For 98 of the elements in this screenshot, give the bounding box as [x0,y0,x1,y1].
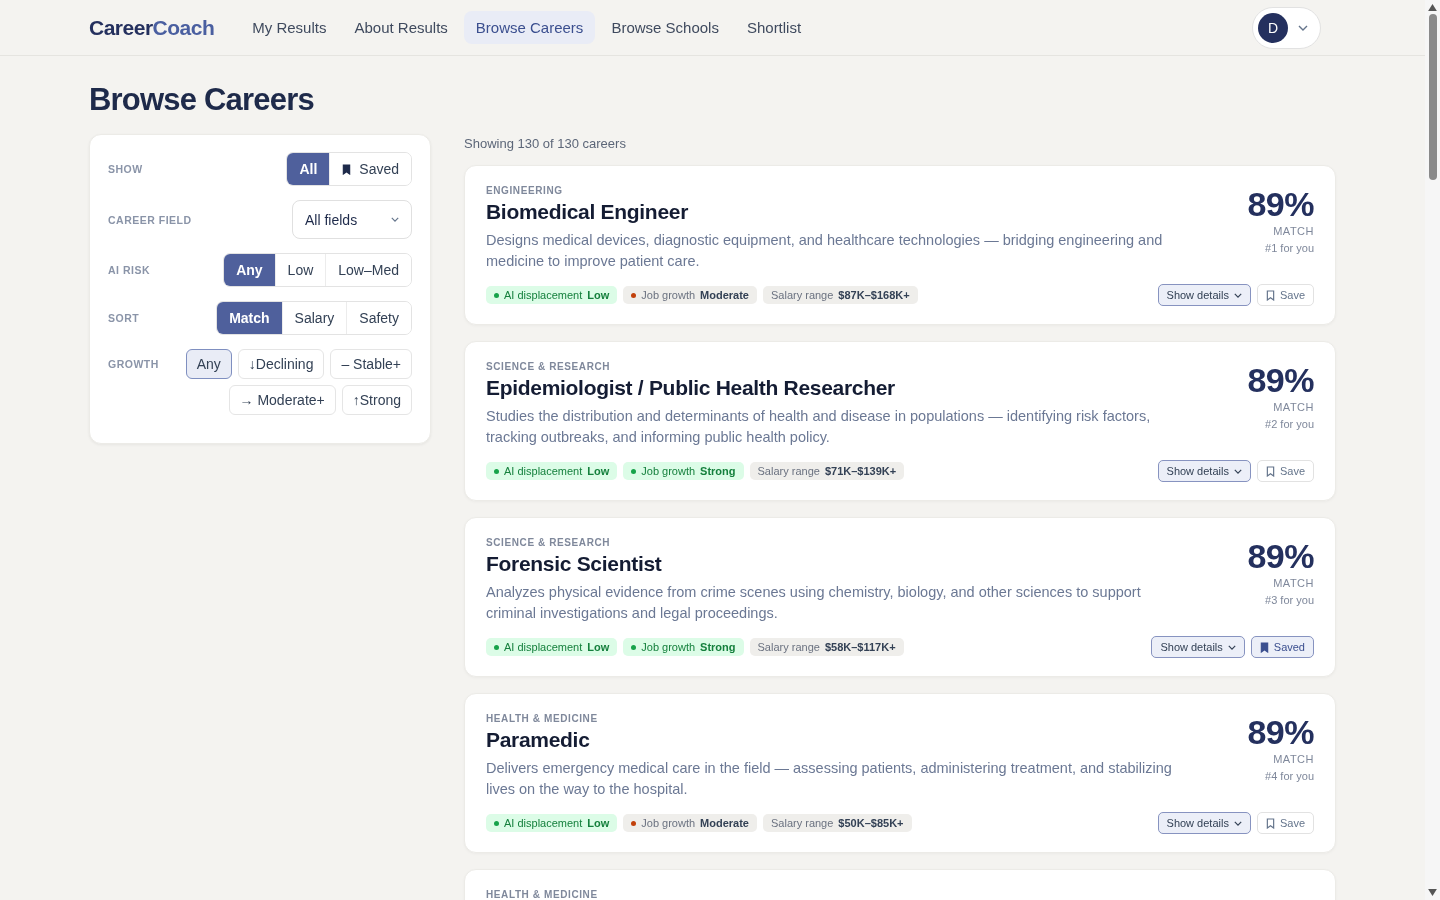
tag-label: Job growth [641,641,696,653]
chevron-icon [1233,468,1242,474]
filter-label: GROWTH [108,358,159,370]
save-button[interactable]: Save [1256,460,1314,482]
filter-label: SHOW [108,163,143,175]
filter-chip[interactable]: → Moderate+ [228,385,336,415]
tag-value: Moderate [700,289,749,301]
segment-button[interactable]: Low–Med [325,254,411,286]
tag-label: AI displacement [504,817,583,829]
chevron-icon [1233,292,1242,298]
tag-value: Moderate [700,817,749,829]
filter-chip[interactable]: Any [185,349,232,379]
tag-value: $87K–$168K+ [838,289,910,301]
tag-value: Low [587,465,610,477]
page-title: Browse Careers [89,82,315,118]
nav-link[interactable]: About Results [342,11,460,44]
filter-chip[interactable]: ↓Declining [237,349,325,379]
show-details-button[interactable]: Show details [1151,636,1245,658]
match-label: MATCH [1273,225,1314,237]
logo[interactable]: CareerCoach [89,15,215,40]
career-description: Analyzes physical evidence from crime scenes using chemistry, biology, and other sciences to support criminal investigations and legal proceedings. [486,583,1142,623]
tag-value: Strong [700,641,736,653]
chevron-icon [1233,820,1242,826]
match-percent: 89% [1247,713,1314,751]
bookmark-icon [1265,465,1275,477]
nav-link[interactable]: My Results [240,11,339,44]
save-button[interactable]: Save [1256,812,1314,834]
career-title: Paramedic [486,728,591,752]
match-rank: #2 for you [1265,418,1314,430]
category-label: ENGINEERING [486,185,564,196]
tag-label: AI displacement [504,289,583,301]
scroll-up-arrow-icon[interactable] [1428,4,1437,11]
match-label: MATCH [1273,401,1314,413]
save-button[interactable]: Saved [1250,636,1314,658]
segment-button[interactable]: Saved [329,153,411,185]
career-description: Delivers emergency medical care in the field — assessing patients, administering treatment, and stabilizing lives on the way to the hospital. [486,759,1173,799]
tag-label: Job growth [641,289,696,301]
career-title: Epidemiologist / Public Health Researcher [486,376,896,400]
chevron-icon [1227,644,1236,650]
match-percent: 89% [1247,537,1314,575]
tag-value: Low [587,641,610,653]
show-details-button[interactable]: Show details [1157,812,1251,834]
tag-value: $58K–$117K+ [824,641,896,653]
tag-label: AI displacement [504,465,583,477]
nav-link[interactable]: Shortlist [734,11,814,44]
tag-label: Salary range [771,289,834,301]
scrollbar-thumb[interactable] [1428,14,1437,180]
filter-chip[interactable]: – Stable+ [330,349,412,379]
filter-chip[interactable]: ↑Strong [341,385,412,415]
category-label: HEALTH & MEDICINE [486,713,599,724]
filter-label: CAREER FIELD [108,213,192,226]
segment-button[interactable]: Any [224,254,275,286]
match-rank: #4 for you [1265,770,1314,782]
match-percent: 89% [1247,185,1314,223]
category-label: SCIENCE & RESEARCH [486,537,612,548]
show-details-button[interactable]: Show details [1157,284,1251,306]
result-count: Showing 130 of 130 careers [464,136,627,151]
segment-button[interactable]: Match [217,302,282,334]
tag-label: Salary range [757,641,820,653]
tag-value: Low [587,817,610,829]
filter-label: AI RISK [108,264,150,276]
avatar: D [1258,12,1288,43]
account-menu[interactable]: D [1252,6,1321,49]
career-title: Biomedical Engineer [486,200,690,224]
dropdown[interactable]: All fields [292,200,412,239]
tag-value: Strong [700,465,736,477]
bookmark-icon [1259,641,1269,653]
scrollbar[interactable] [1425,0,1440,900]
tag-label: Job growth [641,817,696,829]
segment-button[interactable]: Safety [346,302,411,334]
bookmark-icon [1265,817,1275,829]
tag-value: $71K–$139K+ [824,465,897,477]
career-description: Designs medical devices, diagnostic equipment, and healthcare technologies — bridging engineering and medicine to improve patient care. [486,231,1164,271]
nav-link[interactable]: Browse Careers [463,11,596,44]
chevron-icon [391,217,399,222]
tag-label: Salary range [757,465,820,477]
career-title: Forensic Scientist [486,552,663,576]
category-label: SCIENCE & RESEARCH [486,361,612,372]
save-button[interactable]: Save [1256,284,1314,306]
scroll-down-arrow-icon[interactable] [1428,889,1437,896]
tag-label: Salary range [771,817,834,829]
match-rank: #3 for you [1265,594,1314,606]
tag-label: AI displacement [504,641,583,653]
tag-label: Job growth [641,465,696,477]
match-rank: #1 for you [1265,242,1314,254]
chevron-icon [1298,24,1308,31]
segment-button[interactable]: All [287,153,330,185]
category-label: HEALTH & MEDICINE [486,889,599,900]
bookmark-icon [1265,289,1275,301]
match-label: MATCH [1273,577,1314,589]
nav-link[interactable]: Browse Schools [599,11,731,44]
filter-label: SORT [108,312,140,324]
match-label: MATCH [1273,753,1314,765]
match-percent: 89% [1247,361,1314,399]
career-description: Studies the distribution and determinants of health and disease in populations — identifying risk factors, tracking outbreaks, and informing public health policy. [486,407,1152,447]
show-details-button[interactable]: Show details [1157,460,1251,482]
tag-value: $50K–$85K+ [838,817,904,829]
tag-value: Low [587,289,610,301]
